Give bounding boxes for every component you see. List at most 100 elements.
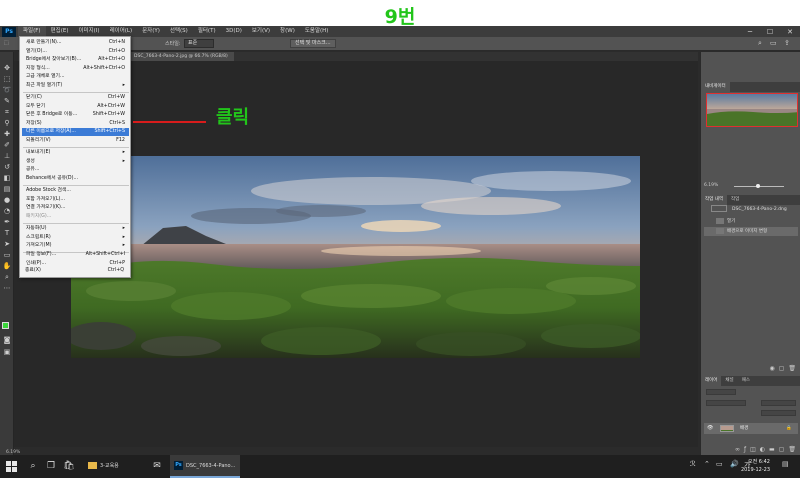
minimize-icon[interactable]: ─ [740, 26, 760, 37]
lasso-tool-icon[interactable]: ➰ [2, 86, 12, 95]
menu-item-revert[interactable]: 되돌리기(V) F12 [22, 137, 129, 145]
menu-item-share-behance[interactable]: Behance에서 공유(D)... [22, 175, 129, 183]
link-icon[interactable]: ∞ [735, 446, 740, 453]
menu-view[interactable]: 보기(V) [247, 26, 275, 37]
menu-help[interactable]: 도움말(H) [300, 26, 334, 37]
notifications-icon[interactable]: ▤ [782, 460, 789, 468]
shape-tool-icon[interactable]: ▭ [2, 251, 12, 260]
tab-actions[interactable]: 작업 [727, 195, 743, 205]
mail-icon[interactable]: ✉ [150, 460, 164, 473]
new-layer-icon[interactable]: ▢ [779, 446, 785, 453]
foreground-color-swatch[interactable] [2, 322, 9, 329]
tab-layers[interactable]: 레이어 [701, 376, 722, 386]
mask-icon[interactable]: ◫ [750, 446, 756, 453]
share-icon[interactable]: ⇪ [784, 39, 790, 47]
taskbar-app-explorer[interactable]: 3-교육용 [84, 455, 146, 478]
menu-item-file-info[interactable]: 파일 정보(F)... Alt+Shift+Ctrl+I [22, 251, 129, 259]
tab-navigator[interactable]: 내비게이터 [701, 82, 730, 92]
folder-icon[interactable]: ▬ [769, 446, 775, 453]
opacity-field[interactable] [761, 400, 796, 406]
menu-item-open-smart-object[interactable]: 고급 개체로 열기... [22, 73, 129, 81]
menu-item-scripts[interactable]: 스크립트(R) ▸ [22, 234, 129, 242]
menu-item-adobe-stock[interactable]: Adobe Stock 검색... [22, 187, 129, 195]
path-select-icon[interactable]: ➤ [2, 240, 12, 249]
language-icon[interactable]: ℛ [690, 460, 696, 468]
eyedropper-tool-icon[interactable]: ⚲ [2, 119, 12, 128]
volume-icon[interactable]: 🔊 [730, 460, 739, 468]
move-tool-icon[interactable]: ✥ [2, 64, 12, 73]
menu-item-open-as[interactable]: 지정 형식... Alt+Shift+Ctrl+O [22, 65, 129, 73]
menu-item-place-embedded[interactable]: 포함 가져오기(L)... [22, 196, 129, 204]
tab-paths[interactable]: 패스 [738, 376, 754, 386]
layer-background[interactable]: 👁 배경 🔒 [704, 423, 798, 434]
menu-item-close-go-bridge[interactable]: 닫은 후 Bridge로 이동... Shift+Ctrl+W [22, 111, 129, 119]
quick-select-tool-icon[interactable]: ✎ [2, 97, 12, 106]
menu-item-close-all[interactable]: 모두 닫기 Alt+Ctrl+W [22, 103, 129, 111]
menu-type[interactable]: 문자(Y) [137, 26, 165, 37]
gradient-tool-icon[interactable]: ▤ [2, 185, 12, 194]
history-brush-icon[interactable]: ↺ [2, 163, 12, 172]
adjustment-icon[interactable]: ◐ [760, 446, 765, 453]
history-item[interactable]: 열기 [704, 217, 798, 226]
menu-select[interactable]: 선택(S) [165, 26, 193, 37]
quick-mask-icon[interactable]: ◙ [2, 336, 12, 345]
new-document-icon[interactable]: ▢ [779, 365, 785, 372]
menu-item-new[interactable]: 새로 만들기(N)... Ctrl+N [22, 39, 129, 47]
menu-item-close[interactable]: 닫기(C) Ctrl+W [22, 94, 129, 102]
menu-item-automate[interactable]: 자동화(U) ▸ [22, 225, 129, 233]
menu-item-save[interactable]: 저장(S) Ctrl+S [22, 120, 129, 128]
more-tools-icon[interactable]: ⋯ [2, 284, 12, 293]
menu-item-save-as[interactable]: 다른 이름으로 저장(A)... Shift+Ctrl+S [22, 128, 129, 137]
network-icon[interactable]: ▭ [716, 460, 723, 468]
menu-item-import[interactable]: 가져오기(M) ▸ [22, 242, 129, 250]
trash-icon[interactable]: 🗑 [788, 446, 796, 453]
menu-item-browse-bridge[interactable]: Bridge에서 찾아보기(B)... Alt+Ctrl+O [22, 56, 129, 64]
crop-tool-icon[interactable]: ⌗ [2, 108, 12, 117]
marquee-tool-icon[interactable]: ⬚ [4, 40, 9, 46]
menu-item-generate[interactable]: 생성 ▸ [22, 158, 129, 166]
document-tab[interactable]: DSC_7663-4-Pano-2.jpg @ 66.7% (RGB/8) [128, 52, 234, 61]
style-select[interactable]: 표준 [184, 39, 214, 48]
navigator-thumbnail[interactable] [706, 93, 798, 127]
menu-item-open[interactable]: 열기(O)... Ctrl+O [22, 48, 129, 56]
taskbar-clock[interactable]: 오전 6:42 2019-12-23 [741, 458, 770, 474]
document-image[interactable] [71, 156, 640, 358]
close-icon[interactable]: ✕ [780, 26, 800, 37]
blend-mode-select[interactable] [706, 400, 746, 406]
workspace-icon[interactable]: ▭ [770, 39, 777, 47]
screen-mode-icon[interactable]: ▣ [2, 348, 12, 357]
history-item-selected[interactable]: 배경으로 이미지 변형 [704, 227, 798, 236]
menu-3d[interactable]: 3D(D) [221, 26, 247, 37]
search-icon[interactable]: ⌕ [758, 39, 762, 48]
eye-icon[interactable]: 👁 [707, 423, 713, 434]
layer-filter-select[interactable] [706, 389, 736, 395]
type-tool-icon[interactable]: T [2, 229, 12, 238]
tab-channels[interactable]: 채널 [721, 376, 737, 386]
clone-stamp-icon[interactable]: ⊥ [2, 152, 12, 161]
healing-brush-icon[interactable]: ✚ [2, 130, 12, 139]
eraser-tool-icon[interactable]: ◧ [2, 174, 12, 183]
windows-start-icon[interactable] [6, 461, 17, 472]
brush-tool-icon[interactable]: ✐ [2, 141, 12, 150]
fx-icon[interactable]: ƒ [744, 446, 746, 453]
tab-history[interactable]: 작업 내역 [701, 195, 727, 205]
menu-item-place-linked[interactable]: 연결 가져오기(K)... [22, 204, 129, 212]
menu-item-exit[interactable]: 종료(X) Ctrl+Q [21, 267, 128, 276]
task-view-icon[interactable]: ❐ [44, 460, 58, 473]
pen-tool-icon[interactable]: ✒ [2, 218, 12, 227]
taskbar-app-photoshop[interactable]: Ps DSC_7663-4-Pano... [170, 455, 240, 478]
menu-item-share[interactable]: 공유... [22, 166, 129, 174]
chevron-up-icon[interactable]: ⌃ [704, 460, 710, 468]
fill-field[interactable] [761, 410, 796, 416]
maximize-icon[interactable]: ☐ [760, 26, 780, 37]
camera-icon[interactable]: ◉ [769, 365, 774, 372]
menu-item-export[interactable]: 내보내기(E) ▸ [22, 149, 129, 157]
zoom-value[interactable]: 6.19% [704, 183, 718, 188]
menu-item-open-recent[interactable]: 최근 파일 열기(T) ▸ [22, 82, 129, 90]
marquee-tool-icon[interactable]: ⬚ [2, 75, 12, 84]
menu-window[interactable]: 창(W) [275, 26, 300, 37]
select-and-mask-button[interactable]: 선택 및 마스크... [290, 39, 336, 48]
zoom-slider-handle[interactable] [756, 184, 760, 188]
blur-tool-icon[interactable]: ● [2, 196, 12, 205]
menu-filter[interactable]: 필터(T) [193, 26, 221, 37]
